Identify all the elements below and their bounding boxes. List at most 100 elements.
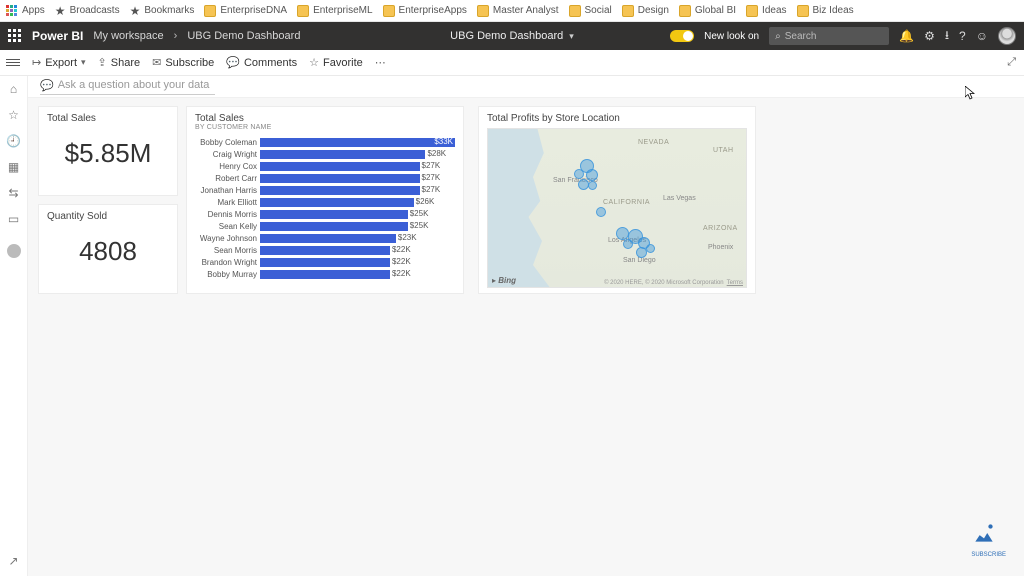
mail-icon: ✉ [152,56,161,69]
bar-value-label: $22K [392,245,411,254]
bar-value-label: $22K [392,269,411,278]
bookmark-bookmarks[interactable]: ★Bookmarks [130,4,195,18]
bar-row: Jonathan Harris$27K [195,185,455,196]
bookmark-enterpriseml[interactable]: EnterpriseML [297,5,372,17]
folder-icon [477,5,489,17]
brand-label[interactable]: Power BI [32,29,83,43]
bookmark-ideas[interactable]: Ideas [746,5,786,17]
comment-icon: 💬 [226,56,240,69]
search-icon: ⌕ [775,31,781,42]
bar-fill [260,258,390,267]
folder-icon [622,5,634,17]
bar-row: Robert Carr$27K [195,173,455,184]
tile-subtitle: BY CUSTOMER NAME [195,124,455,131]
bookmark-broadcasts[interactable]: ★Broadcasts [55,4,120,18]
command-bar: ↦Export▾ ⇪Share ✉Subscribe 💬Comments ☆Fa… [0,50,1024,76]
apps-icon [6,5,18,17]
export-button[interactable]: ↦Export▾ [32,56,86,69]
bar-track: $25K [260,222,455,231]
notifications-icon[interactable]: 🔔 [899,29,914,43]
bar-value-label: $28K [427,149,446,158]
recent-icon[interactable]: 🕘 [6,134,21,148]
bar-row: Brandon Wright$22K [195,257,455,268]
bar-category-label: Brandon Wright [195,258,257,267]
bar-track: $33K [260,138,455,147]
bookmark-enterpriseapps[interactable]: EnterpriseApps [383,5,467,17]
bar-track: $27K [260,162,455,171]
feedback-icon[interactable]: ☺ [976,29,988,43]
breadcrumb-workspace[interactable]: My workspace [93,30,163,42]
bar-fill [260,234,396,243]
bar-track: $22K [260,270,455,279]
tile-total-sales-by-customer[interactable]: Total Sales BY CUSTOMER NAME Bobby Colem… [186,106,464,294]
nav-toggle-icon[interactable] [6,59,20,66]
new-look-toggle[interactable] [670,30,694,42]
bookmark-design[interactable]: Design [622,5,669,17]
search-input[interactable] [785,31,875,42]
bar-track: $26K [260,198,455,207]
bar-row: Sean Kelly$25K [195,221,455,232]
chevron-down-icon: ▾ [569,31,574,42]
help-icon[interactable]: ? [959,29,966,43]
help-bot-icon[interactable]: SUBSCRIBE [971,520,1006,558]
bookmark-global-bi[interactable]: Global BI [679,5,736,17]
bar-row: Henry Cox$27K [195,161,455,172]
left-nav-rail: ⌂ ☆ 🕘 ▦ ⇆ ▭ ↗ [0,76,28,576]
qna-input[interactable]: 💬 Ask a question about your data [40,79,215,95]
bookmark-biz-ideas[interactable]: Biz Ideas [797,5,854,17]
profile-avatar[interactable] [998,27,1016,45]
chat-icon: 💬 [40,79,54,92]
favorite-button[interactable]: ☆Favorite [309,56,363,69]
bar-fill [260,198,414,207]
download-icon[interactable]: ⭳ [945,26,949,47]
subscribe-button[interactable]: ✉Subscribe [152,56,214,69]
bar-row: Craig Wright$28K [195,149,455,160]
bar-row: Wayne Johnson$23K [195,233,455,244]
bing-logo: ▸ Bing [492,276,516,285]
bar-category-label: Sean Morris [195,246,257,255]
share-button[interactable]: ⇪Share [98,56,141,69]
tile-title: Quantity Sold [47,211,169,222]
app-launcher-icon[interactable] [8,29,22,43]
comments-button[interactable]: 💬Comments [226,56,297,69]
home-icon[interactable]: ⌂ [10,82,17,96]
get-data-icon[interactable]: ↗ [8,554,18,568]
dashboard-title-dropdown[interactable]: UBG Demo Dashboard ▾ [450,30,574,42]
map-bubble [574,169,584,179]
more-button[interactable]: ⋯ [375,56,386,69]
browser-bookmarks-bar: Apps ★Broadcasts ★Bookmarks EnterpriseDN… [0,0,1024,22]
settings-icon[interactable]: ⚙ [924,29,935,43]
map-bubble [646,244,655,253]
bookmark-master-analyst[interactable]: Master Analyst [477,5,559,17]
bar-track: $22K [260,246,455,255]
folder-icon [679,5,691,17]
tile-quantity-sold-kpi[interactable]: Quantity Sold 4808 [38,204,178,294]
tile-total-sales-kpi[interactable]: Total Sales $5.85M [38,106,178,196]
map-visual[interactable]: NEVADA UTAH CALIFORNIA ARIZONA San Franc… [487,128,747,288]
apps-icon[interactable]: ▦ [8,160,19,174]
shared-icon[interactable]: ⇆ [8,186,18,200]
fullscreen-icon[interactable]: ⤢ [1007,56,1016,69]
tile-title: Total Sales [47,113,169,124]
bar-fill [260,210,408,219]
tile-profits-by-location-map[interactable]: Total Profits by Store Location NEVADA U… [478,106,756,294]
workspaces-icon[interactable]: ▭ [8,212,19,226]
map-terms-link[interactable]: Terms [727,280,743,286]
apps-shortcut[interactable]: Apps [6,5,45,17]
favorites-icon[interactable]: ☆ [8,108,19,122]
map-state-label: UTAH [713,147,734,154]
qna-bar: 💬 Ask a question about your data [0,76,1024,98]
bar-category-label: Bobby Murray [195,270,257,279]
bar-fill [260,150,425,159]
bar-fill: $33K [260,138,455,147]
bar-track: $27K [260,174,455,183]
bookmark-enterprisedna[interactable]: EnterpriseDNA [204,5,287,17]
bar-value-label: $27K [422,185,441,194]
search-box[interactable]: ⌕ [769,27,889,45]
workspace-avatar-icon[interactable] [7,244,21,258]
bar-row: Mark Elliott$26K [195,197,455,208]
bar-fill [260,246,390,255]
bookmark-social[interactable]: Social [569,5,612,17]
breadcrumb-dashboard[interactable]: UBG Demo Dashboard [187,30,300,42]
qna-placeholder: Ask a question about your data [58,79,210,91]
